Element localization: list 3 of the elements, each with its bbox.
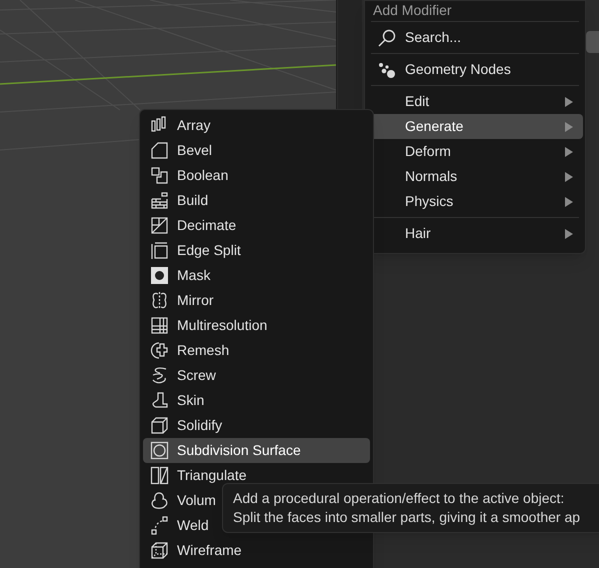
tooltip-text: Split the faces into smaller parts, giving it a smoother ap: [233, 508, 582, 527]
menu-title: Add Modifier: [372, 1, 453, 20]
tooltip-text: Add a procedural operation/effect to the active object:: [233, 489, 566, 508]
